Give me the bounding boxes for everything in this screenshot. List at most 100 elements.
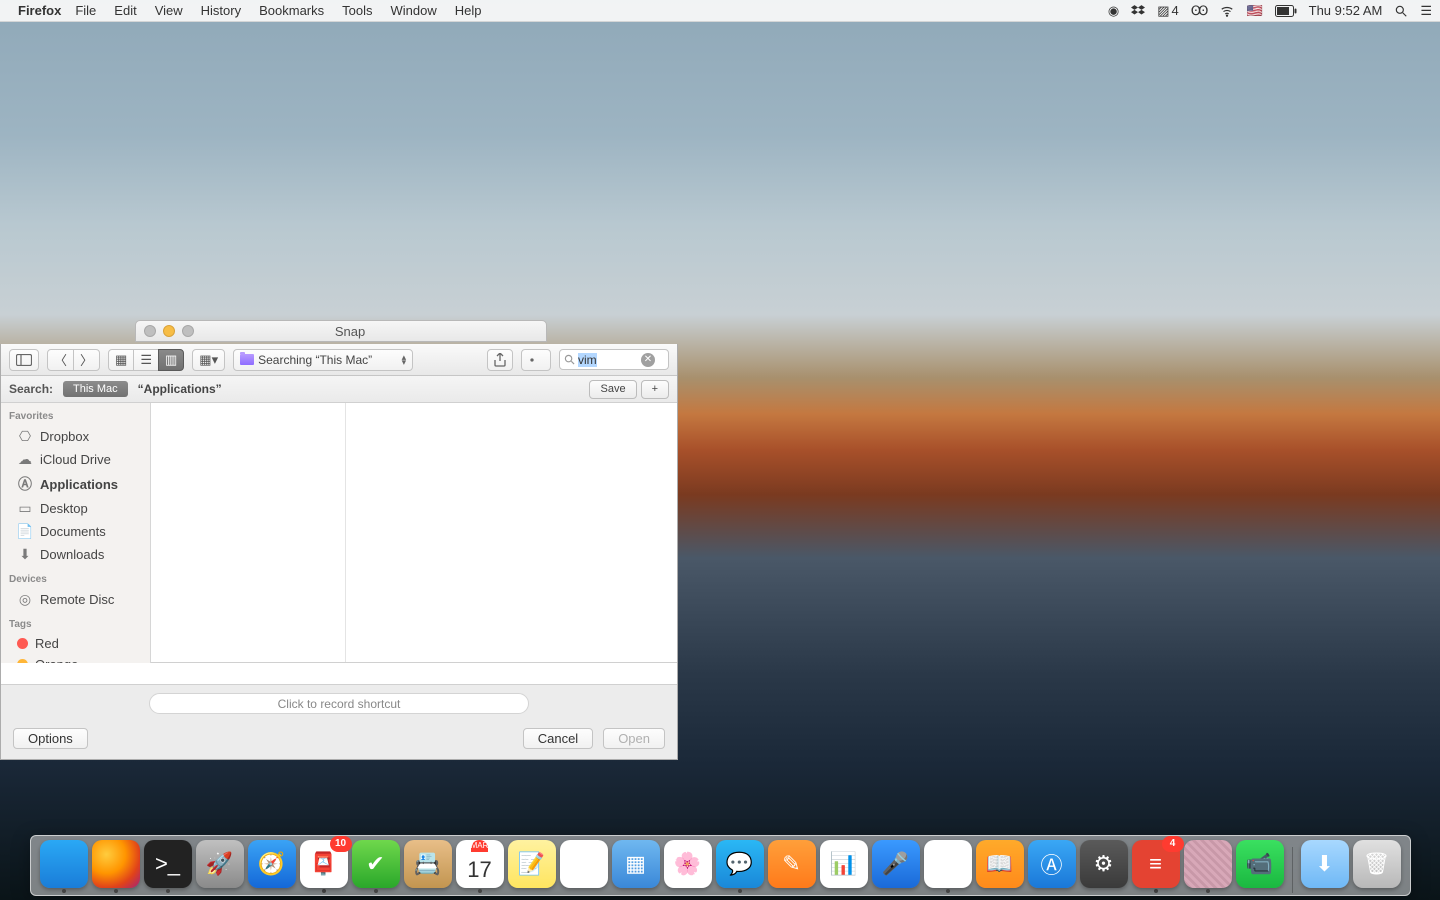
dock-app-appstore[interactable]: Ⓐ	[1027, 840, 1077, 893]
sidebar-tag-orange[interactable]: Orange	[1, 654, 150, 663]
notification-center-icon[interactable]: ☰	[1420, 3, 1432, 19]
view-column-button[interactable]: ▥	[158, 349, 184, 371]
add-criteria-button[interactable]: +	[641, 380, 669, 399]
documents-icon: 📄	[17, 523, 33, 540]
disc-icon: ◎	[17, 591, 33, 608]
share-button[interactable]	[487, 349, 513, 371]
menu-bookmarks[interactable]: Bookmarks	[259, 3, 324, 18]
status-sync-icon[interactable]: ▨4	[1157, 3, 1179, 19]
open-button[interactable]: Open	[603, 728, 665, 749]
sidebar-group-devices: Devices	[1, 566, 150, 588]
sidebar-item-documents[interactable]: 📄Documents	[1, 520, 150, 543]
folder-icon	[240, 354, 254, 365]
open-file-dialog: 〈 〉 ▦ ☰ ▥ ▦▾ Searching “This Mac” ▴▾ ✕	[0, 344, 678, 760]
status-dropbox-icon[interactable]	[1131, 4, 1145, 18]
dock-app-calendar[interactable]: MAR17	[455, 840, 505, 893]
dock-app-finder[interactable]	[39, 840, 89, 893]
scope-applications[interactable]: “Applications”	[138, 382, 222, 396]
app-menu[interactable]: Firefox	[18, 3, 61, 18]
dock-app-macvim[interactable]: ✔︎	[351, 840, 401, 893]
sidebar-item-desktop[interactable]: ▭Desktop	[1, 497, 150, 520]
dock-app-launchpad[interactable]: 🚀	[195, 840, 245, 893]
sidebar-item-icloud-drive[interactable]: ☁︎iCloud Drive	[1, 448, 150, 471]
path-label: Searching “This Mac”	[258, 353, 372, 367]
tags-button[interactable]	[521, 349, 551, 371]
downloads-icon: ⬇︎	[17, 546, 33, 563]
status-clock[interactable]: Thu 9:52 AM	[1309, 3, 1383, 18]
path-popup[interactable]: Searching “This Mac” ▴▾	[233, 349, 413, 371]
menu-file[interactable]: File	[75, 3, 96, 18]
cancel-button[interactable]: Cancel	[523, 728, 593, 749]
menu-history[interactable]: History	[201, 3, 241, 18]
view-list-button[interactable]: ☰	[133, 349, 159, 371]
icloud drive-icon: ☁︎	[17, 451, 33, 468]
search-input[interactable]	[578, 353, 638, 367]
clear-search-button[interactable]: ✕	[641, 353, 655, 367]
dock-app-messages[interactable]: 💬	[715, 840, 765, 893]
tag-dot-icon	[17, 638, 28, 649]
dock-app-itunes[interactable]: ♫	[923, 840, 973, 893]
arrange-button[interactable]: ▦▾	[192, 349, 225, 371]
menu-tools[interactable]: Tools	[342, 3, 372, 18]
dock-app-system-preferences[interactable]: ⚙︎	[1079, 840, 1129, 893]
dock-app-contacts[interactable]: 📇	[403, 840, 453, 893]
snap-window-titlebar: Snap	[135, 320, 547, 342]
status-wifi-icon[interactable]	[1220, 4, 1234, 18]
sidebar-group-favorites: Favorites	[1, 403, 150, 425]
dock-app-missing[interactable]	[1183, 840, 1233, 893]
dock-app-firefox[interactable]	[91, 840, 141, 893]
zoom-button[interactable]	[182, 325, 194, 337]
dock-app-ibooks[interactable]: 📖	[975, 840, 1025, 893]
menu-view[interactable]: View	[155, 3, 183, 18]
options-button[interactable]: Options	[13, 728, 88, 749]
desktop-icon: ▭	[17, 500, 33, 517]
dock-app-keynote-alt[interactable]: ▦	[611, 840, 661, 893]
sidebar-item-downloads[interactable]: ⬇︎Downloads	[1, 543, 150, 566]
view-icon-button[interactable]: ▦	[108, 349, 134, 371]
sidebar-group-tags: Tags	[1, 611, 150, 633]
dock: >_🚀🧭📮✔︎📇MAR17📝▤▦🌸💬✎📊🎤♫📖Ⓐ⚙︎≡ 📹 ⬇︎🗑	[0, 835, 1440, 896]
status-record-icon[interactable]: ◉	[1108, 3, 1119, 19]
dialog-toolbar: 〈 〉 ▦ ☰ ▥ ▦▾ Searching “This Mac” ▴▾ ✕	[1, 344, 677, 376]
status-flag-icon[interactable]: 🇺🇸	[1246, 3, 1262, 19]
menu-window[interactable]: Window	[391, 3, 437, 18]
dock-app-reminders[interactable]: ▤	[559, 840, 609, 893]
menu-edit[interactable]: Edit	[114, 3, 136, 18]
dock-app-notes[interactable]: 📝	[507, 840, 557, 893]
sidebar-item-remote-disc[interactable]: ◎Remote Disc	[1, 588, 150, 611]
dock-trash[interactable]: 🗑	[1352, 840, 1402, 893]
menu-help[interactable]: Help	[455, 3, 482, 18]
spotlight-icon[interactable]	[1394, 4, 1408, 18]
dock-app-numbers[interactable]: 📊	[819, 840, 869, 893]
dock-app-todoist[interactable]: ≡	[1131, 840, 1181, 893]
dock-app-safari[interactable]: 🧭	[247, 840, 297, 893]
results-area	[151, 403, 677, 663]
sidebar-tag-red[interactable]: Red	[1, 633, 150, 654]
scope-label: Search:	[9, 382, 53, 396]
sidebar-toggle-button[interactable]	[9, 349, 39, 371]
status-battery-icon[interactable]	[1275, 5, 1297, 17]
dock-app-keynote[interactable]: 🎤	[871, 840, 921, 893]
forward-button[interactable]: 〉	[73, 349, 100, 371]
sidebar-item-dropbox[interactable]: ⎔Dropbox	[1, 425, 150, 448]
status-butterfly-icon[interactable]: Ꙭ	[1191, 3, 1209, 19]
dropbox-icon: ⎔	[17, 428, 33, 445]
dock-app-photos[interactable]: 🌸	[663, 840, 713, 893]
window-title: Snap	[194, 324, 506, 339]
sidebar-item-applications[interactable]: ⒶApplications	[1, 471, 150, 497]
scope-this-mac[interactable]: This Mac	[63, 381, 128, 397]
save-search-button[interactable]: Save	[589, 380, 636, 399]
dock-app-facetime[interactable]: 📹	[1235, 840, 1285, 893]
search-field[interactable]: ✕	[559, 349, 669, 370]
search-icon	[564, 354, 575, 365]
dock-app-pages[interactable]: ✎	[767, 840, 817, 893]
record-shortcut-field[interactable]: Click to record shortcut	[149, 693, 529, 714]
dock-app-mail[interactable]: 📮	[299, 840, 349, 893]
dock-downloads[interactable]: ⬇︎	[1300, 840, 1350, 893]
minimize-button[interactable]	[163, 325, 175, 337]
back-button[interactable]: 〈	[47, 349, 74, 371]
dock-app-terminal[interactable]: >_	[143, 840, 193, 893]
dialog-sidebar: Favorites ⎔Dropbox☁︎iCloud DriveⒶApplica…	[1, 403, 151, 663]
close-button[interactable]	[144, 325, 156, 337]
applications-icon: Ⓐ	[17, 474, 33, 494]
